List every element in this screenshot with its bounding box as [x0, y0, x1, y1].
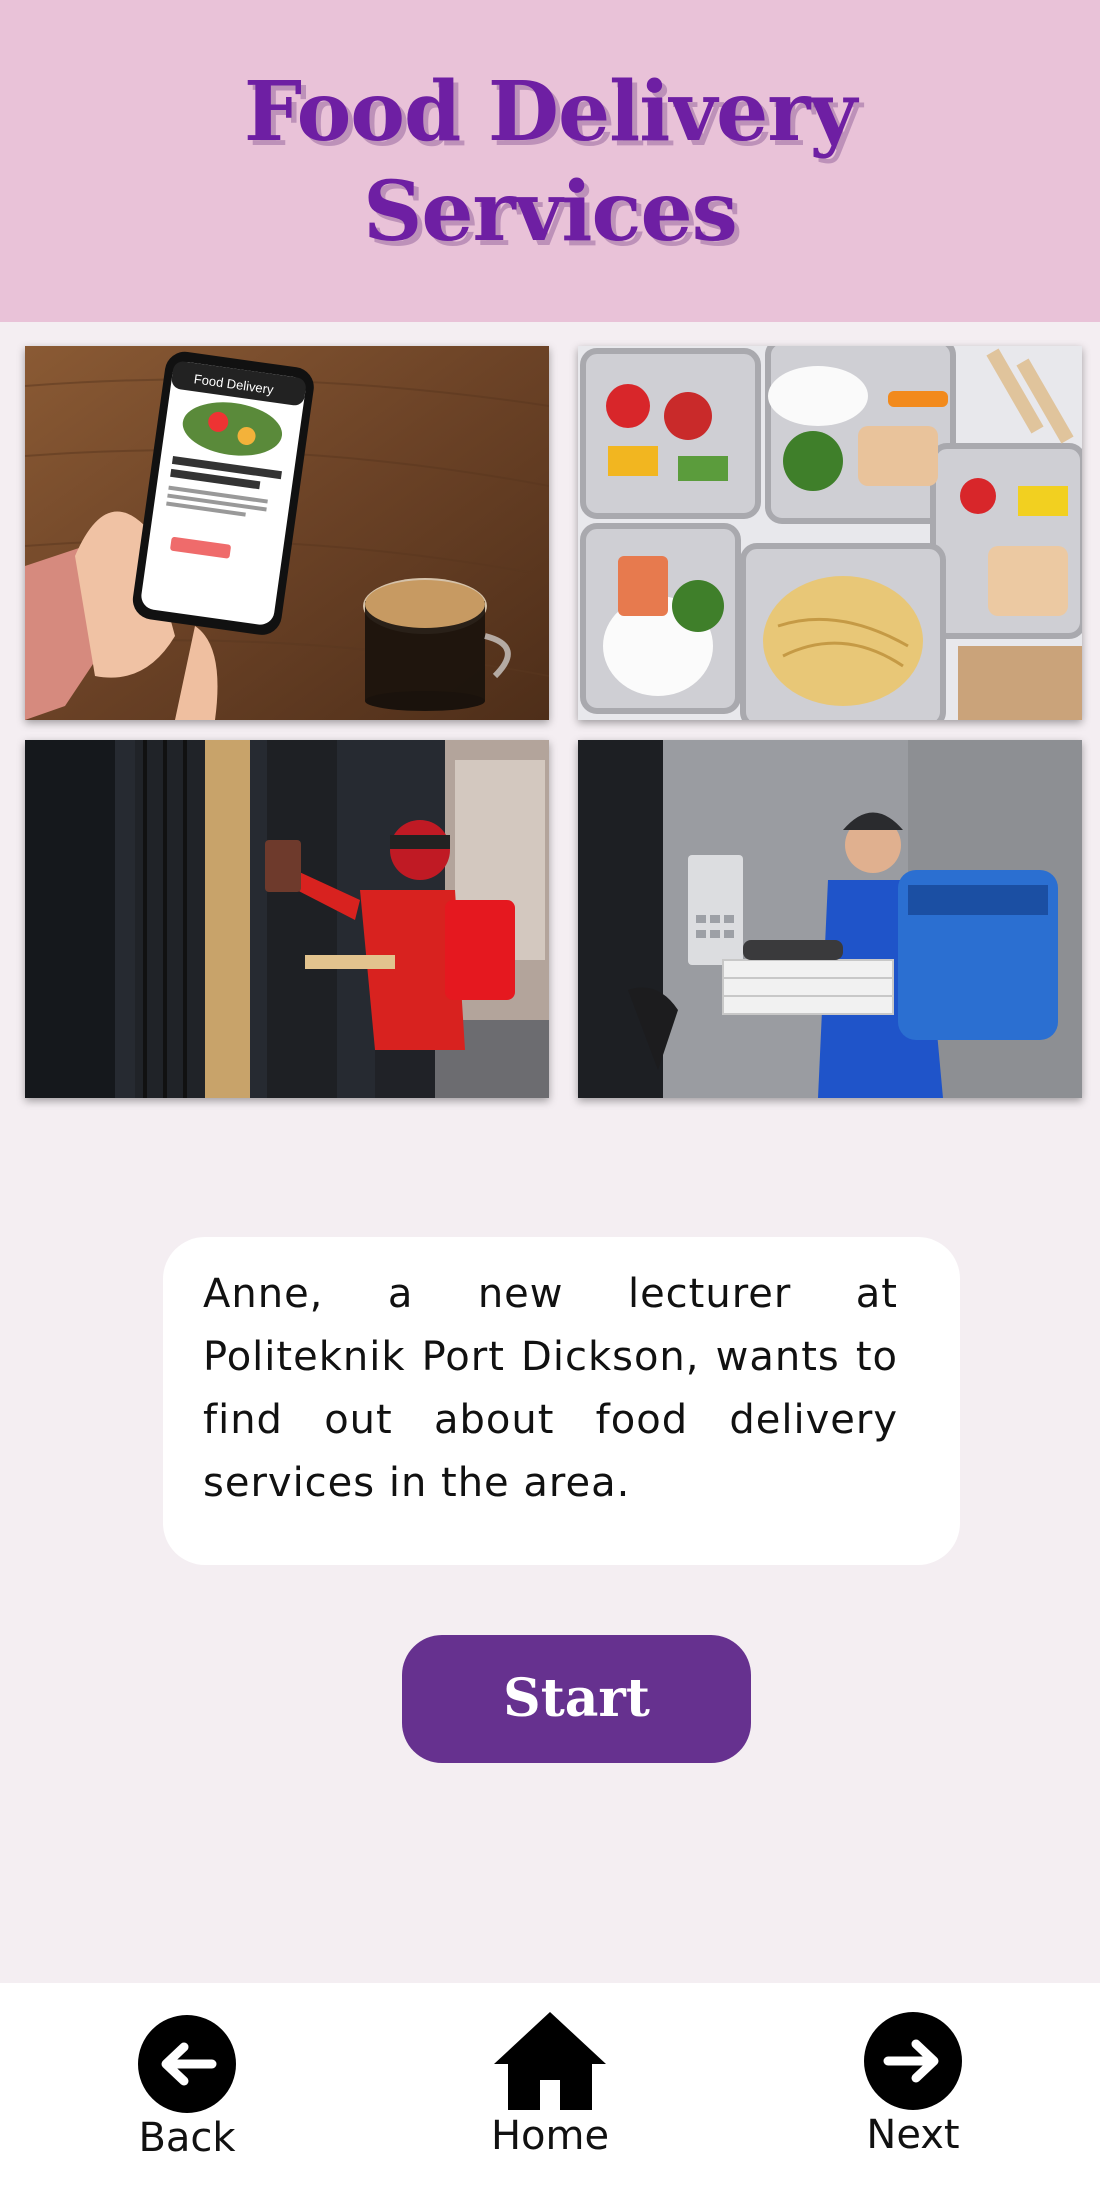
phone-food-app-photo: Food Delivery	[25, 346, 549, 720]
meal-containers-photo	[578, 346, 1082, 720]
start-button[interactable]: Start	[402, 1635, 751, 1763]
next-label: Next	[866, 2112, 960, 2158]
back-label: Back	[138, 2115, 236, 2161]
arrow-left-icon	[138, 2015, 236, 2113]
page-title: Food Delivery Services	[243, 64, 857, 260]
home-label: Home	[490, 2113, 610, 2159]
arrow-right-icon	[864, 2012, 962, 2110]
courier-at-door-photo	[25, 740, 549, 1098]
header-banner: Food Delivery Services	[0, 0, 1100, 322]
intro-card: Anne, a new lecturer at Politeknik Port …	[163, 1237, 960, 1565]
courier-with-pizzas-photo	[578, 740, 1082, 1098]
intro-text: Anne, a new lecturer at Politeknik Port …	[203, 1271, 898, 1506]
home-icon	[492, 2010, 608, 2112]
home-button[interactable]: Home	[470, 2010, 630, 2165]
back-button[interactable]: Back	[120, 2015, 254, 2165]
next-button[interactable]: Next	[846, 2012, 980, 2162]
